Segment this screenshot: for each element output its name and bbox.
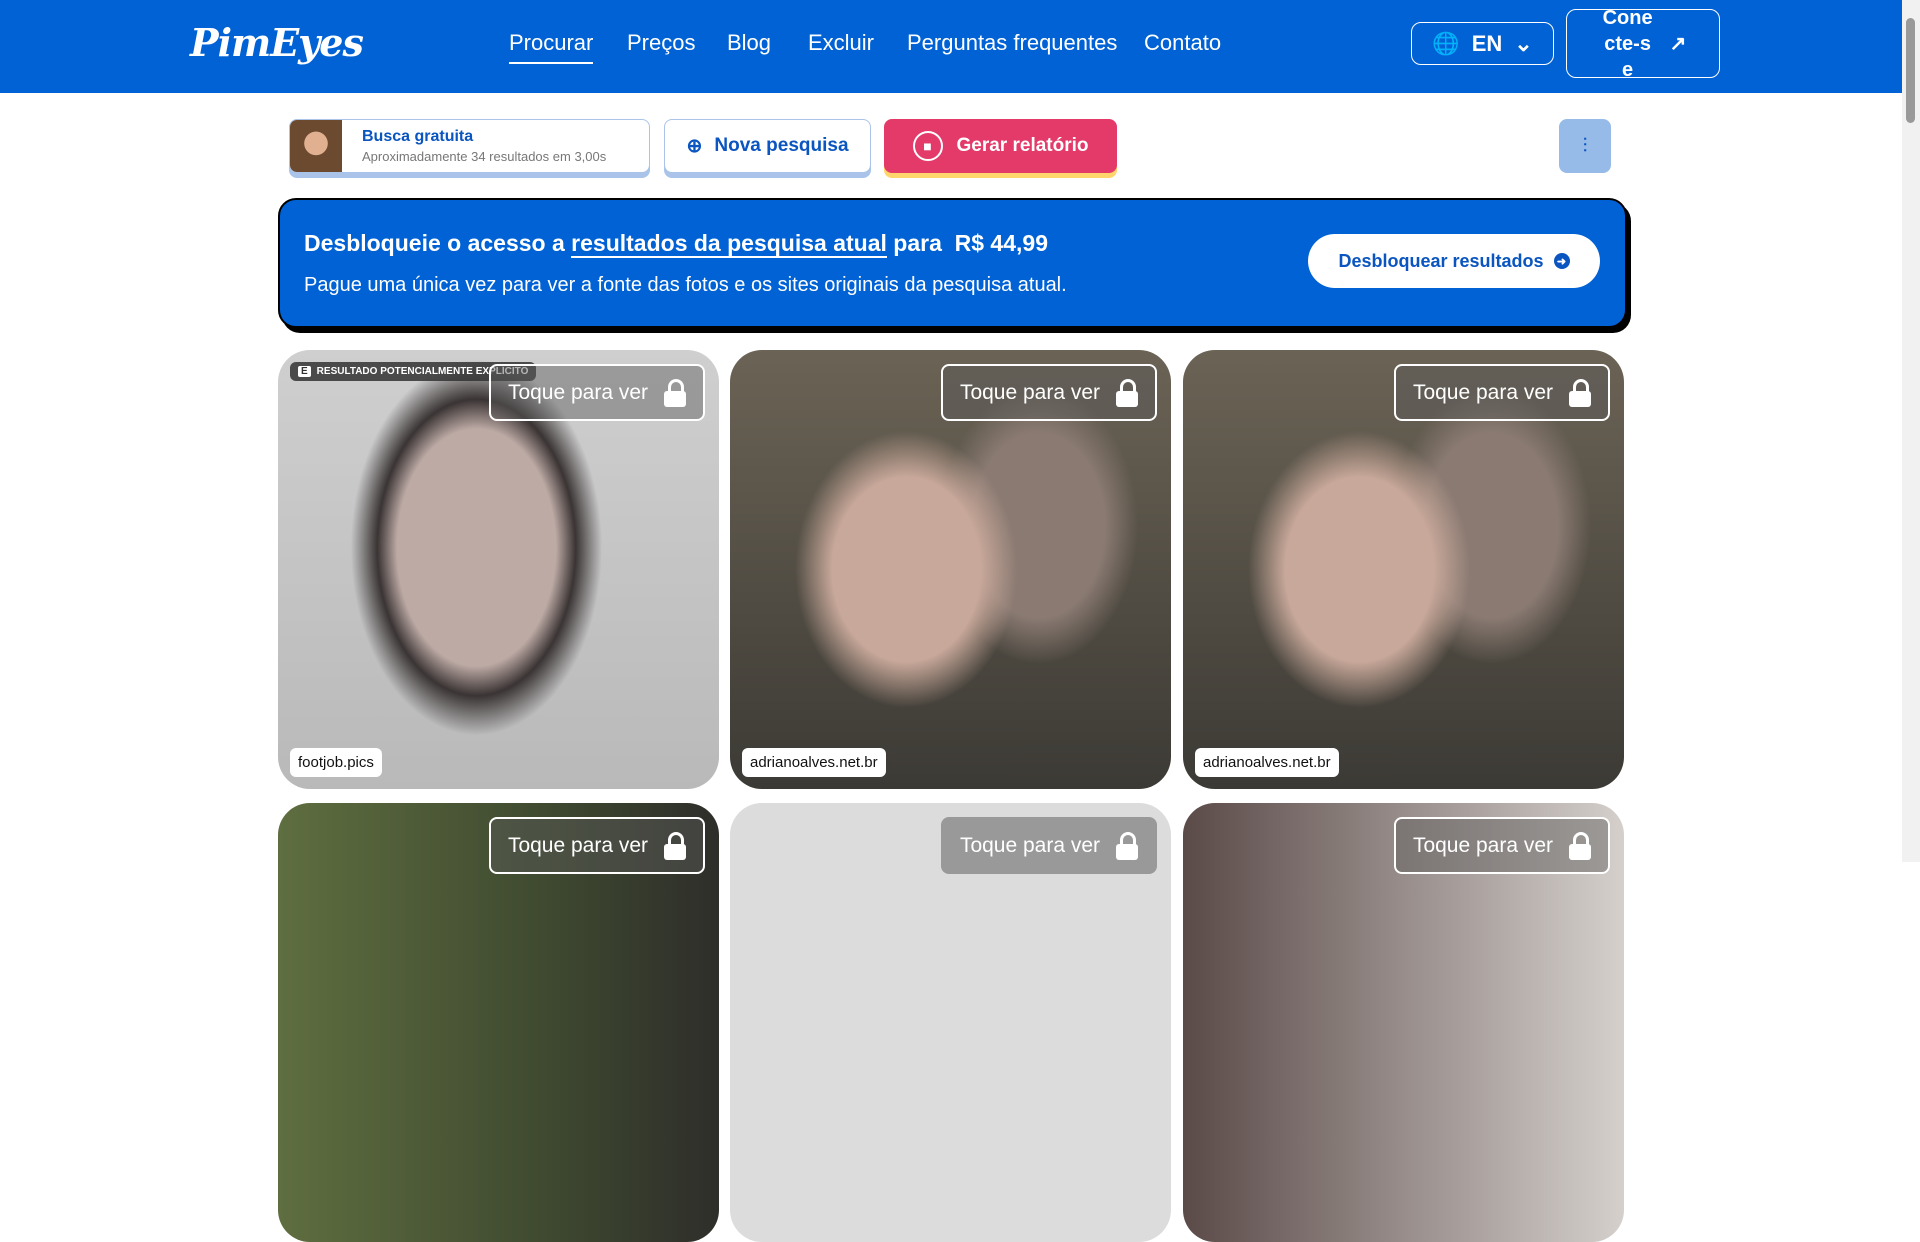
pimeyes-logo[interactable]: PimEyes	[190, 20, 364, 65]
tap-to-view-button[interactable]: Toque para ver	[489, 364, 705, 421]
top-nav-bar: PimEyes Procurar Preços Blog Excluir Per…	[0, 0, 1902, 93]
tap-label: Toque para ver	[959, 380, 1101, 404]
result-card[interactable]: Toque para ver adrianoalves.net.br	[730, 350, 1171, 789]
login-button[interactable]: Conecte-se ↗	[1566, 7, 1720, 81]
explicit-e-icon: E	[298, 366, 311, 377]
unlock-results-button[interactable]: Desbloquear resultados ➜	[1308, 234, 1600, 288]
tap-to-view-button[interactable]: Toque para ver	[941, 364, 1157, 421]
lock-icon	[1569, 831, 1592, 860]
query-face-thumbnail	[290, 120, 342, 172]
generate-report-label: Gerar relatório	[956, 135, 1089, 156]
chevron-down-icon: ⌄	[1514, 30, 1533, 56]
tap-to-view-button[interactable]: Toque para ver	[489, 817, 705, 874]
globe-icon: 🌐	[1432, 30, 1460, 56]
nav-blog[interactable]: Blog	[727, 30, 771, 56]
result-card[interactable]: Toque para ver	[278, 803, 719, 1242]
result-domain[interactable]: footjob.pics	[290, 748, 382, 777]
scrollbar-thumb[interactable]	[1906, 18, 1915, 123]
banner-heading: Desbloqueie o acesso a resultados da pes…	[304, 230, 1048, 258]
result-card[interactable]: Toque para ver adrianoalves.net.br	[1183, 350, 1624, 789]
document-icon: ■	[912, 131, 943, 161]
banner-price: para R$ 44,99	[886, 230, 1048, 256]
result-card[interactable]: Toque para ver	[730, 803, 1171, 1242]
lock-icon	[1116, 831, 1139, 860]
generate-report-button[interactable]: ■ Gerar relatório	[884, 119, 1117, 173]
search-type-label: Busca gratuita	[362, 128, 474, 145]
unlock-label: Desbloquear resultados	[1338, 250, 1544, 271]
login-label: Conecte-se	[1602, 6, 1653, 81]
nav-procurar[interactable]: Procurar	[509, 30, 594, 64]
sliders-icon: ⫶	[1582, 134, 1588, 157]
tap-label: Toque para ver	[1412, 380, 1554, 404]
tap-to-view-button[interactable]: Toque para ver	[1394, 364, 1610, 421]
tap-label: Toque para ver	[507, 833, 649, 857]
tap-to-view-button[interactable]: Toque para ver	[1394, 817, 1610, 874]
zoom-plus-icon: ⊕	[686, 135, 703, 157]
result-domain[interactable]: adrianoalves.net.br	[742, 748, 886, 777]
tap-label: Toque para ver	[959, 833, 1101, 857]
language-label: EN	[1471, 30, 1503, 56]
scrollbar[interactable]	[1902, 0, 1920, 862]
tap-to-view-button[interactable]: Toque para ver	[941, 817, 1157, 874]
new-search-button[interactable]: ⊕ Nova pesquisa	[664, 119, 871, 173]
result-card[interactable]: E RESULTADO POTENCIALMENTE EXPLÍCITO Toqu…	[278, 350, 719, 789]
lock-icon	[1116, 378, 1139, 407]
new-search-label: Nova pesquisa	[714, 135, 849, 156]
tap-label: Toque para ver	[1412, 833, 1554, 857]
tap-label: Toque para ver	[507, 380, 649, 404]
nav-excluir[interactable]: Excluir	[808, 30, 874, 56]
arrow-right-circle-icon: ➜	[1553, 253, 1570, 269]
unlock-banner: Desbloqueie o acesso a resultados da pes…	[278, 198, 1627, 328]
lock-icon	[1569, 378, 1592, 407]
nav-precos[interactable]: Preços	[627, 30, 695, 56]
result-domain[interactable]: adrianoalves.net.br	[1195, 748, 1339, 777]
result-card[interactable]: Toque para ver	[1183, 803, 1624, 1242]
lock-icon	[664, 831, 687, 860]
search-result-count: Aproximadamente 34 resultados em 3,00s	[362, 149, 607, 164]
banner-link[interactable]: resultados da pesquisa atual	[571, 230, 887, 258]
filter-settings-button[interactable]: ⫶	[1559, 119, 1611, 173]
banner-subtitle: Pague uma única vez para ver a fonte das…	[304, 274, 1067, 296]
nav-faq[interactable]: Perguntas frequentes	[907, 30, 1117, 56]
language-selector[interactable]: 🌐 EN ⌄	[1411, 22, 1554, 65]
arrow-up-right-icon: ↗	[1669, 32, 1687, 55]
banner-heading-pre: Desbloqueie o acesso a	[304, 230, 572, 256]
search-summary-card[interactable]: Busca gratuita Aproximadamente 34 result…	[289, 119, 650, 173]
lock-icon	[664, 378, 687, 407]
nav-contato[interactable]: Contato	[1144, 30, 1221, 56]
